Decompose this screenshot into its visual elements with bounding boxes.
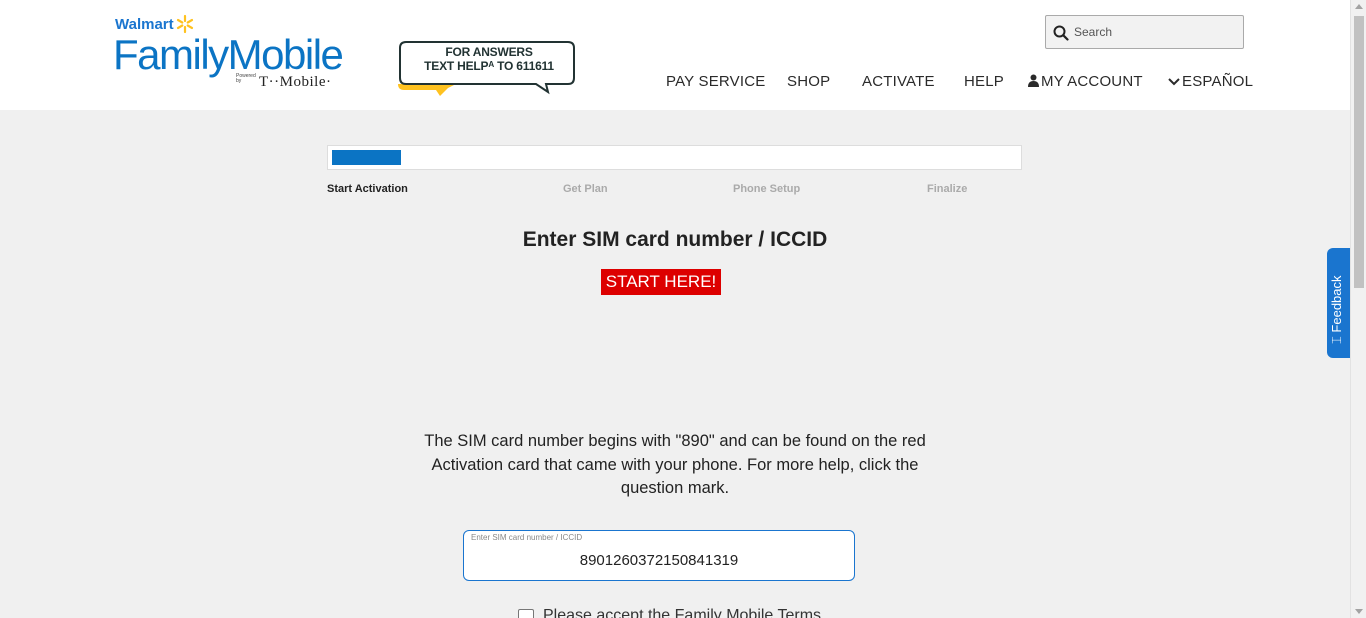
nav-shop[interactable]: SHOP bbox=[787, 73, 830, 93]
answers-line-1: FOR ANSWERS bbox=[445, 45, 533, 59]
answers-line-2: TEXT HELPᴬ TO 611611 bbox=[424, 59, 554, 73]
powered-by-text: Powered by bbox=[236, 73, 256, 84]
search-icon[interactable] bbox=[1053, 25, 1069, 41]
nav-activate[interactable]: ACTIVATE bbox=[862, 73, 935, 93]
scrollbar-thumb[interactable] bbox=[1354, 16, 1364, 288]
nav-help[interactable]: HELP bbox=[964, 73, 1004, 93]
step-finalize: Finalize bbox=[927, 183, 968, 195]
nav-my-account[interactable]: MY ACCOUNT bbox=[1028, 73, 1143, 93]
progress-fill bbox=[332, 150, 401, 165]
step-get-plan: Get Plan bbox=[563, 183, 608, 195]
step-phone-setup: Phone Setup bbox=[733, 183, 801, 195]
sim-field-label: Enter SIM card number / ICCID bbox=[471, 533, 583, 542]
site-header: Walmart FamilyMobile Powered by T··Mobil… bbox=[0, 0, 1350, 110]
start-here-button[interactable]: START HERE! bbox=[601, 269, 721, 295]
feedback-label: ⌶ Feedback bbox=[1329, 275, 1344, 344]
nav-pay-service[interactable]: PAY SERVICE bbox=[666, 73, 765, 93]
text-help-banner[interactable]: FOR ANSWERS TEXT HELPᴬ TO 611611 bbox=[396, 38, 578, 100]
search-box[interactable] bbox=[1045, 15, 1244, 49]
terms-label[interactable]: Please accept the Family Mobile Terms bbox=[543, 607, 821, 618]
activation-progress-bar bbox=[327, 145, 1022, 170]
family-mobile-wordmark: FamilyMobile bbox=[113, 31, 344, 78]
feedback-tab[interactable]: ⌶ Feedback bbox=[1327, 248, 1350, 358]
scroll-up-arrow-icon[interactable] bbox=[1355, 4, 1363, 9]
sim-card-input[interactable] bbox=[468, 545, 850, 575]
search-input[interactable] bbox=[1074, 16, 1240, 48]
sim-card-field[interactable]: Enter SIM card number / ICCID bbox=[463, 530, 855, 581]
nav-my-account-label: MY ACCOUNT bbox=[1041, 73, 1143, 90]
page-title: Enter SIM card number / ICCID bbox=[522, 228, 828, 251]
chevron-down-icon bbox=[1168, 78, 1180, 86]
nav-espanol[interactable]: ESPAÑOL bbox=[1168, 73, 1253, 93]
terms-checkbox[interactable] bbox=[518, 609, 534, 618]
tmobile-wordmark: T··Mobile· bbox=[259, 74, 332, 90]
nav-espanol-label: ESPAÑOL bbox=[1182, 73, 1254, 90]
walmart-family-mobile-logo[interactable]: Walmart FamilyMobile Powered by T··Mobil… bbox=[113, 14, 353, 94]
sim-help-text: The SIM card number begins with "890" an… bbox=[424, 432, 926, 497]
user-icon bbox=[1028, 74, 1039, 87]
scroll-down-arrow-icon[interactable] bbox=[1355, 609, 1363, 614]
page-scrollbar[interactable] bbox=[1350, 0, 1366, 618]
step-start-activation: Start Activation bbox=[327, 183, 408, 195]
